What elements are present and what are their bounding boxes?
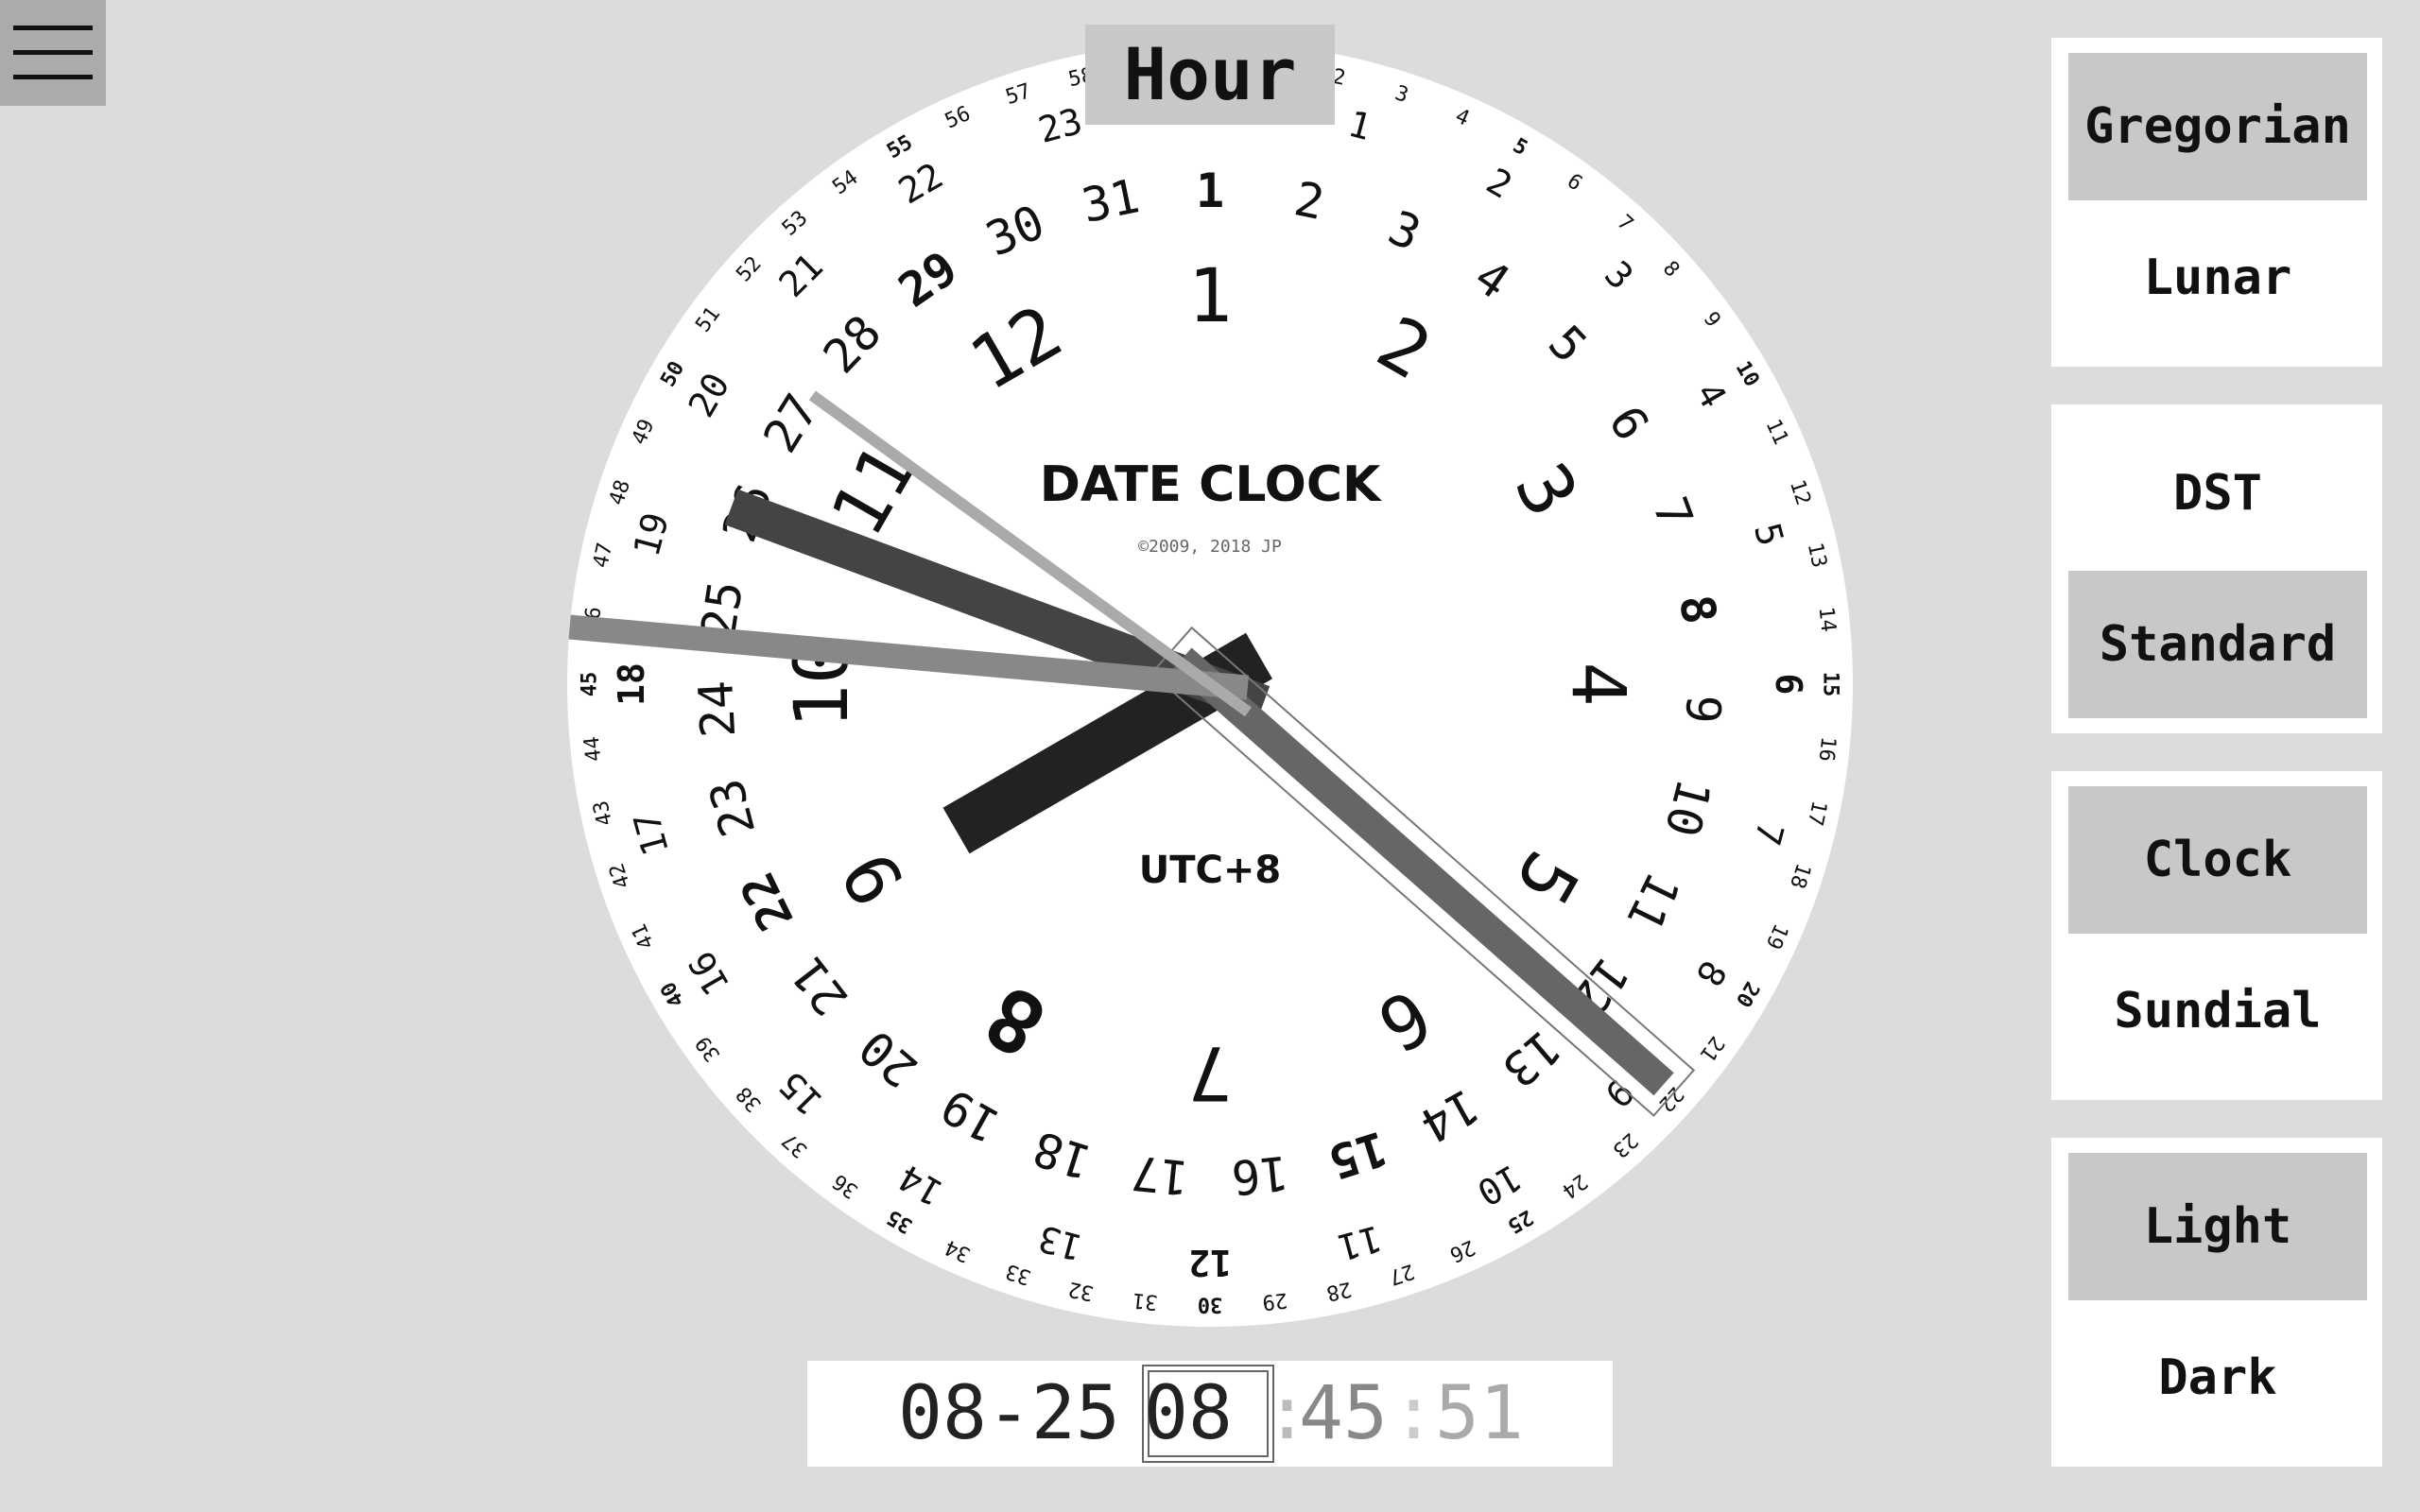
outer_minutes-ring-label: 30	[1198, 1293, 1223, 1316]
standard-option[interactable]: Standard	[2068, 571, 2367, 718]
readout-second[interactable]: 51	[1435, 1361, 1524, 1467]
days-ring-label: 1	[1196, 163, 1224, 218]
time-standard-panel: DST Standard	[2051, 404, 2382, 733]
outer_minutes-ring-label: 31	[1132, 1288, 1159, 1314]
readout-date: 08-25	[898, 1371, 1120, 1456]
outer_minutes-ring-label: 44	[580, 735, 607, 763]
days-ring-label: 31	[1078, 168, 1145, 233]
timezone-label: UTC+8	[1139, 849, 1281, 892]
months-ring-label: 1	[1188, 254, 1233, 339]
days-ring-label: 9	[1675, 694, 1731, 725]
outer_minutes-ring-label: 45	[579, 672, 602, 697]
dst-option[interactable]: DST	[2068, 420, 2367, 567]
hours-ring-label: 6	[1768, 674, 1809, 696]
outer_minutes-ring-label: 16	[1814, 735, 1841, 763]
clock-option[interactable]: Clock	[2068, 786, 2367, 934]
display-panel: Clock Sundial	[2051, 771, 2382, 1100]
months-ring-label: 7	[1188, 1029, 1233, 1114]
days-ring-label: 16	[1229, 1144, 1291, 1205]
outer_minutes-ring-label: 29	[1261, 1288, 1288, 1314]
time-readout: 08-25 08 : 45 : 51	[807, 1361, 1613, 1467]
dark-option[interactable]: Dark	[2068, 1304, 2367, 1452]
outer_minutes-ring-label: 14	[1814, 606, 1841, 633]
readout-hour[interactable]: 08	[1144, 1361, 1233, 1467]
days-ring-label: 24	[688, 679, 746, 739]
days-ring-label: 17	[1129, 1144, 1191, 1205]
readout-minute[interactable]: 45	[1299, 1361, 1388, 1467]
lunar-option[interactable]: Lunar	[2068, 204, 2367, 352]
mode-label[interactable]: Hour	[1085, 25, 1335, 125]
calendar-panel: Gregorian Lunar	[2051, 38, 2382, 367]
light-option[interactable]: Light	[2068, 1153, 2367, 1300]
hours-ring-label: 12	[1188, 1242, 1232, 1283]
clock-title: DATE CLOCK	[1040, 456, 1382, 513]
months-ring-label: 4	[1555, 662, 1640, 707]
readout-separator: :	[1392, 1371, 1436, 1456]
outer_minutes-ring-label: 15	[1819, 672, 1842, 697]
copyright-text: ©2009, 2018 JP	[1138, 537, 1282, 557]
theme-panel: Light Dark	[2051, 1138, 2382, 1467]
sundial-option[interactable]: Sundial	[2068, 937, 2367, 1085]
gregorian-option[interactable]: Gregorian	[2068, 53, 2367, 200]
hours-ring-label: 18	[611, 662, 652, 706]
